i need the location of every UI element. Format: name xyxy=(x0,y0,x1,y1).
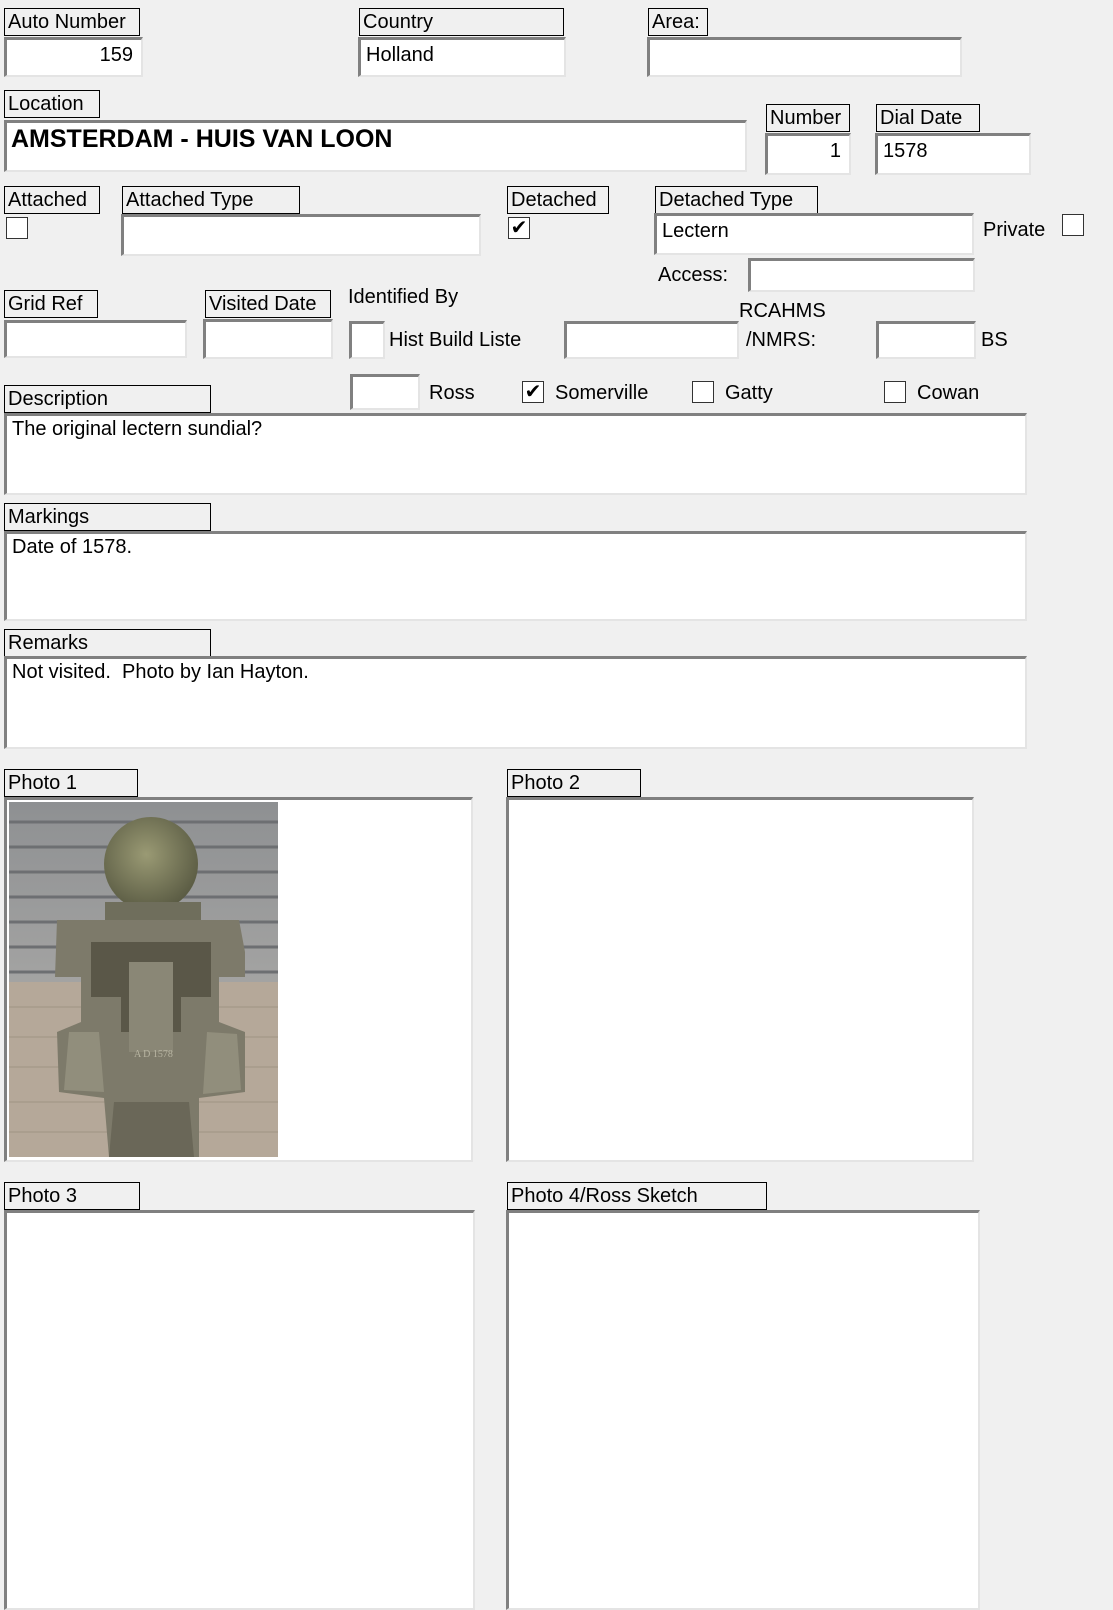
photo-2-label: Photo 2 xyxy=(507,769,641,797)
bs-label: BS xyxy=(981,329,1008,351)
hist-build-liste-field[interactable] xyxy=(349,321,385,359)
bs-field[interactable] xyxy=(876,321,976,359)
sundial-photo: A D 1578 xyxy=(9,802,278,1157)
rcahms-label: RCAHMS xyxy=(739,300,826,322)
photo-3-frame[interactable] xyxy=(4,1210,475,1610)
cowan-label: Cowan xyxy=(917,382,980,404)
auto-number-label: Auto Number xyxy=(4,8,140,36)
detached-label: Detached xyxy=(507,186,609,214)
private-checkbox[interactable] xyxy=(1062,214,1084,236)
grid-ref-label: Grid Ref xyxy=(4,290,98,318)
area-label: Area: xyxy=(648,8,708,36)
gatty-checkbox[interactable] xyxy=(692,381,714,403)
markings-label: Markings xyxy=(4,503,211,531)
attached-type-label: Attached Type xyxy=(122,186,300,214)
photo-1-label: Photo 1 xyxy=(4,769,138,797)
somerville-checkbox[interactable]: ✔ xyxy=(522,381,544,403)
description-field[interactable]: The original lectern sundial? xyxy=(4,413,1027,495)
access-field[interactable] xyxy=(748,258,975,292)
cowan-checkbox[interactable] xyxy=(884,381,906,403)
country-label: Country xyxy=(359,8,564,36)
description-label: Description xyxy=(4,385,211,413)
hist-build-liste-label: Hist Build Liste xyxy=(389,329,522,351)
rcahms-field[interactable] xyxy=(564,321,739,359)
detached-type-label: Detached Type xyxy=(655,186,818,214)
photo-4-label: Photo 4/Ross Sketch xyxy=(507,1182,767,1210)
photo-3-label: Photo 3 xyxy=(4,1182,140,1210)
photo-4-frame[interactable] xyxy=(506,1210,980,1610)
access-label: Access: xyxy=(658,264,729,286)
remarks-label: Remarks xyxy=(4,629,211,657)
gatty-label: Gatty xyxy=(725,382,773,404)
visited-date-label: Visited Date xyxy=(205,290,331,318)
attached-label: Attached xyxy=(4,186,100,214)
remarks-field[interactable]: Not visited. Photo by Ian Hayton. xyxy=(4,656,1027,749)
number-field[interactable]: 1 xyxy=(765,133,851,175)
location-field[interactable]: AMSTERDAM - HUIS VAN LOON xyxy=(4,120,747,172)
location-label: Location xyxy=(4,90,100,118)
ross-label: Ross xyxy=(429,382,475,404)
auto-number-field[interactable]: 159 xyxy=(4,37,143,77)
dial-date-field[interactable]: 1578 xyxy=(875,133,1031,175)
detached-type-field[interactable]: Lectern xyxy=(654,213,974,255)
somerville-label: Somerville xyxy=(555,382,649,404)
photo-2-frame[interactable] xyxy=(506,797,974,1162)
private-label: Private xyxy=(983,219,1046,241)
attached-type-field[interactable] xyxy=(121,214,481,256)
svg-text:A D 1578: A D 1578 xyxy=(134,1049,173,1060)
country-field[interactable]: Holland xyxy=(358,37,566,77)
detached-checkbox[interactable]: ✔ xyxy=(508,217,530,239)
number-label: Number xyxy=(766,104,850,132)
grid-ref-field[interactable] xyxy=(4,320,187,358)
identified-by-label: Identified By xyxy=(348,286,459,308)
area-field[interactable] xyxy=(647,37,962,77)
dial-date-label: Dial Date xyxy=(876,104,980,132)
photo-1-frame[interactable]: A D 1578 xyxy=(4,797,473,1162)
attached-checkbox[interactable] xyxy=(6,217,28,239)
markings-field[interactable]: Date of 1578. xyxy=(4,531,1027,621)
visited-date-field[interactable] xyxy=(203,319,333,359)
ross-field[interactable] xyxy=(350,374,420,410)
nmrs-label: /NMRS: xyxy=(746,329,816,351)
